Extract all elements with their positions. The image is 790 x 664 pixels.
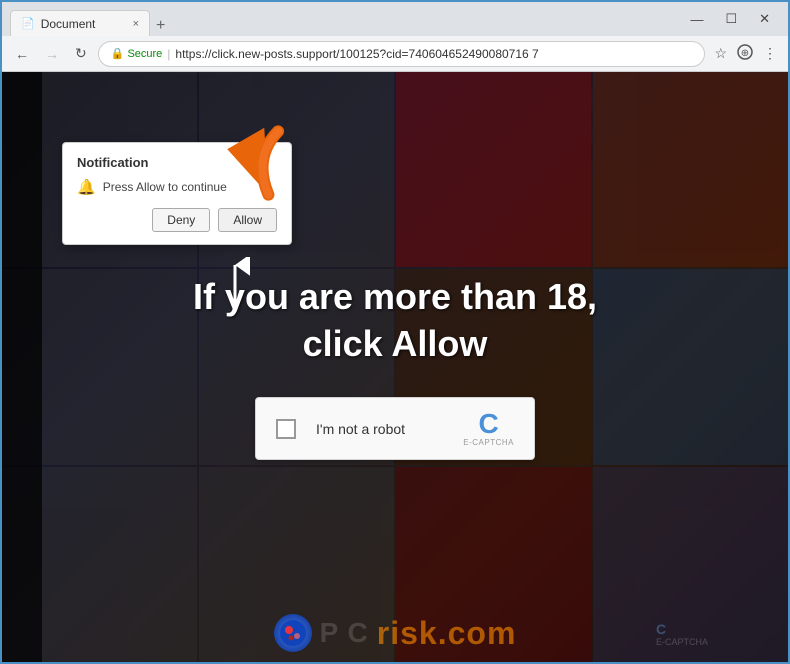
pcrisk-icon	[274, 614, 312, 652]
window-controls: — ☐ ✕	[680, 7, 780, 31]
tab-bar: 📄 Document × +	[10, 2, 676, 36]
close-button[interactable]: ✕	[749, 7, 780, 31]
bookmark-button[interactable]: ☆	[711, 42, 730, 65]
address-icons: ☆ ⊕ ⋮	[711, 41, 780, 66]
title-bar: 📄 Document × + — ☐ ✕	[2, 2, 788, 36]
browser-tab[interactable]: 📄 Document ×	[10, 10, 150, 36]
menu-button[interactable]: ⋮	[760, 42, 780, 65]
notification-message: Press Allow to continue	[103, 180, 227, 194]
pcrisk-domain: risk.com	[377, 615, 517, 652]
headline-line1: If you are more than 18,	[193, 274, 597, 321]
secure-badge: 🔒 Secure	[111, 47, 163, 60]
url-display[interactable]: https://click.new-posts.support/100125?c…	[175, 47, 538, 61]
captcha-c-bottom: C	[656, 621, 666, 637]
captcha-logo: C E-CAPTCHA	[463, 410, 514, 447]
lock-icon: 🔒	[111, 47, 125, 60]
extensions-button[interactable]: ⊕	[734, 41, 756, 66]
forward-button[interactable]: →	[40, 43, 64, 65]
captcha-c-logo: C	[479, 410, 499, 438]
main-headline: If you are more than 18, click Allow	[193, 274, 597, 368]
ecaptcha-label-bottom: E-CAPTCHA	[656, 637, 708, 647]
pcrisk-logo: P C risk.com	[274, 614, 517, 652]
address-input[interactable]: 🔒 Secure | https://click.new-posts.suppo…	[98, 41, 706, 67]
tab-title: Document	[41, 17, 96, 31]
address-bar: ← → ↻ 🔒 Secure | https://click.new-posts…	[2, 36, 788, 72]
notification-buttons: Deny Allow	[77, 208, 277, 232]
browser-window: 📄 Document × + — ☐ ✕ ← → ↻ 🔒 Secure | ht…	[0, 0, 790, 664]
headline-line2: click Allow	[193, 321, 597, 368]
captcha-watermark-bottom: C E-CAPTCHA	[656, 621, 708, 647]
minimize-button[interactable]: —	[680, 7, 713, 31]
svg-text:⊕: ⊕	[741, 48, 749, 59]
refresh-button[interactable]: ↻	[70, 42, 92, 65]
maximize-button[interactable]: ☐	[715, 7, 747, 31]
white-up-arrow	[220, 257, 250, 322]
captcha-brand: E-CAPTCHA	[463, 438, 514, 447]
url-separator: |	[167, 47, 170, 61]
watermark: P C risk.com C E-CAPTCHA	[2, 614, 788, 652]
new-tab-button[interactable]: +	[150, 16, 171, 36]
back-button[interactable]: ←	[10, 43, 34, 65]
tab-close-button[interactable]: ×	[133, 18, 139, 30]
captcha-box[interactable]: I'm not a robot C E-CAPTCHA	[255, 397, 535, 460]
deny-button[interactable]: Deny	[152, 208, 210, 232]
secure-label: Secure	[127, 48, 162, 60]
page-content: If you are more than 18, click Allow I'm…	[2, 72, 788, 662]
bell-icon: 🔔	[77, 178, 96, 196]
captcha-checkbox[interactable]	[276, 419, 296, 439]
pcrisk-pc-text: P C	[320, 617, 369, 649]
captcha-label: I'm not a robot	[316, 421, 443, 437]
